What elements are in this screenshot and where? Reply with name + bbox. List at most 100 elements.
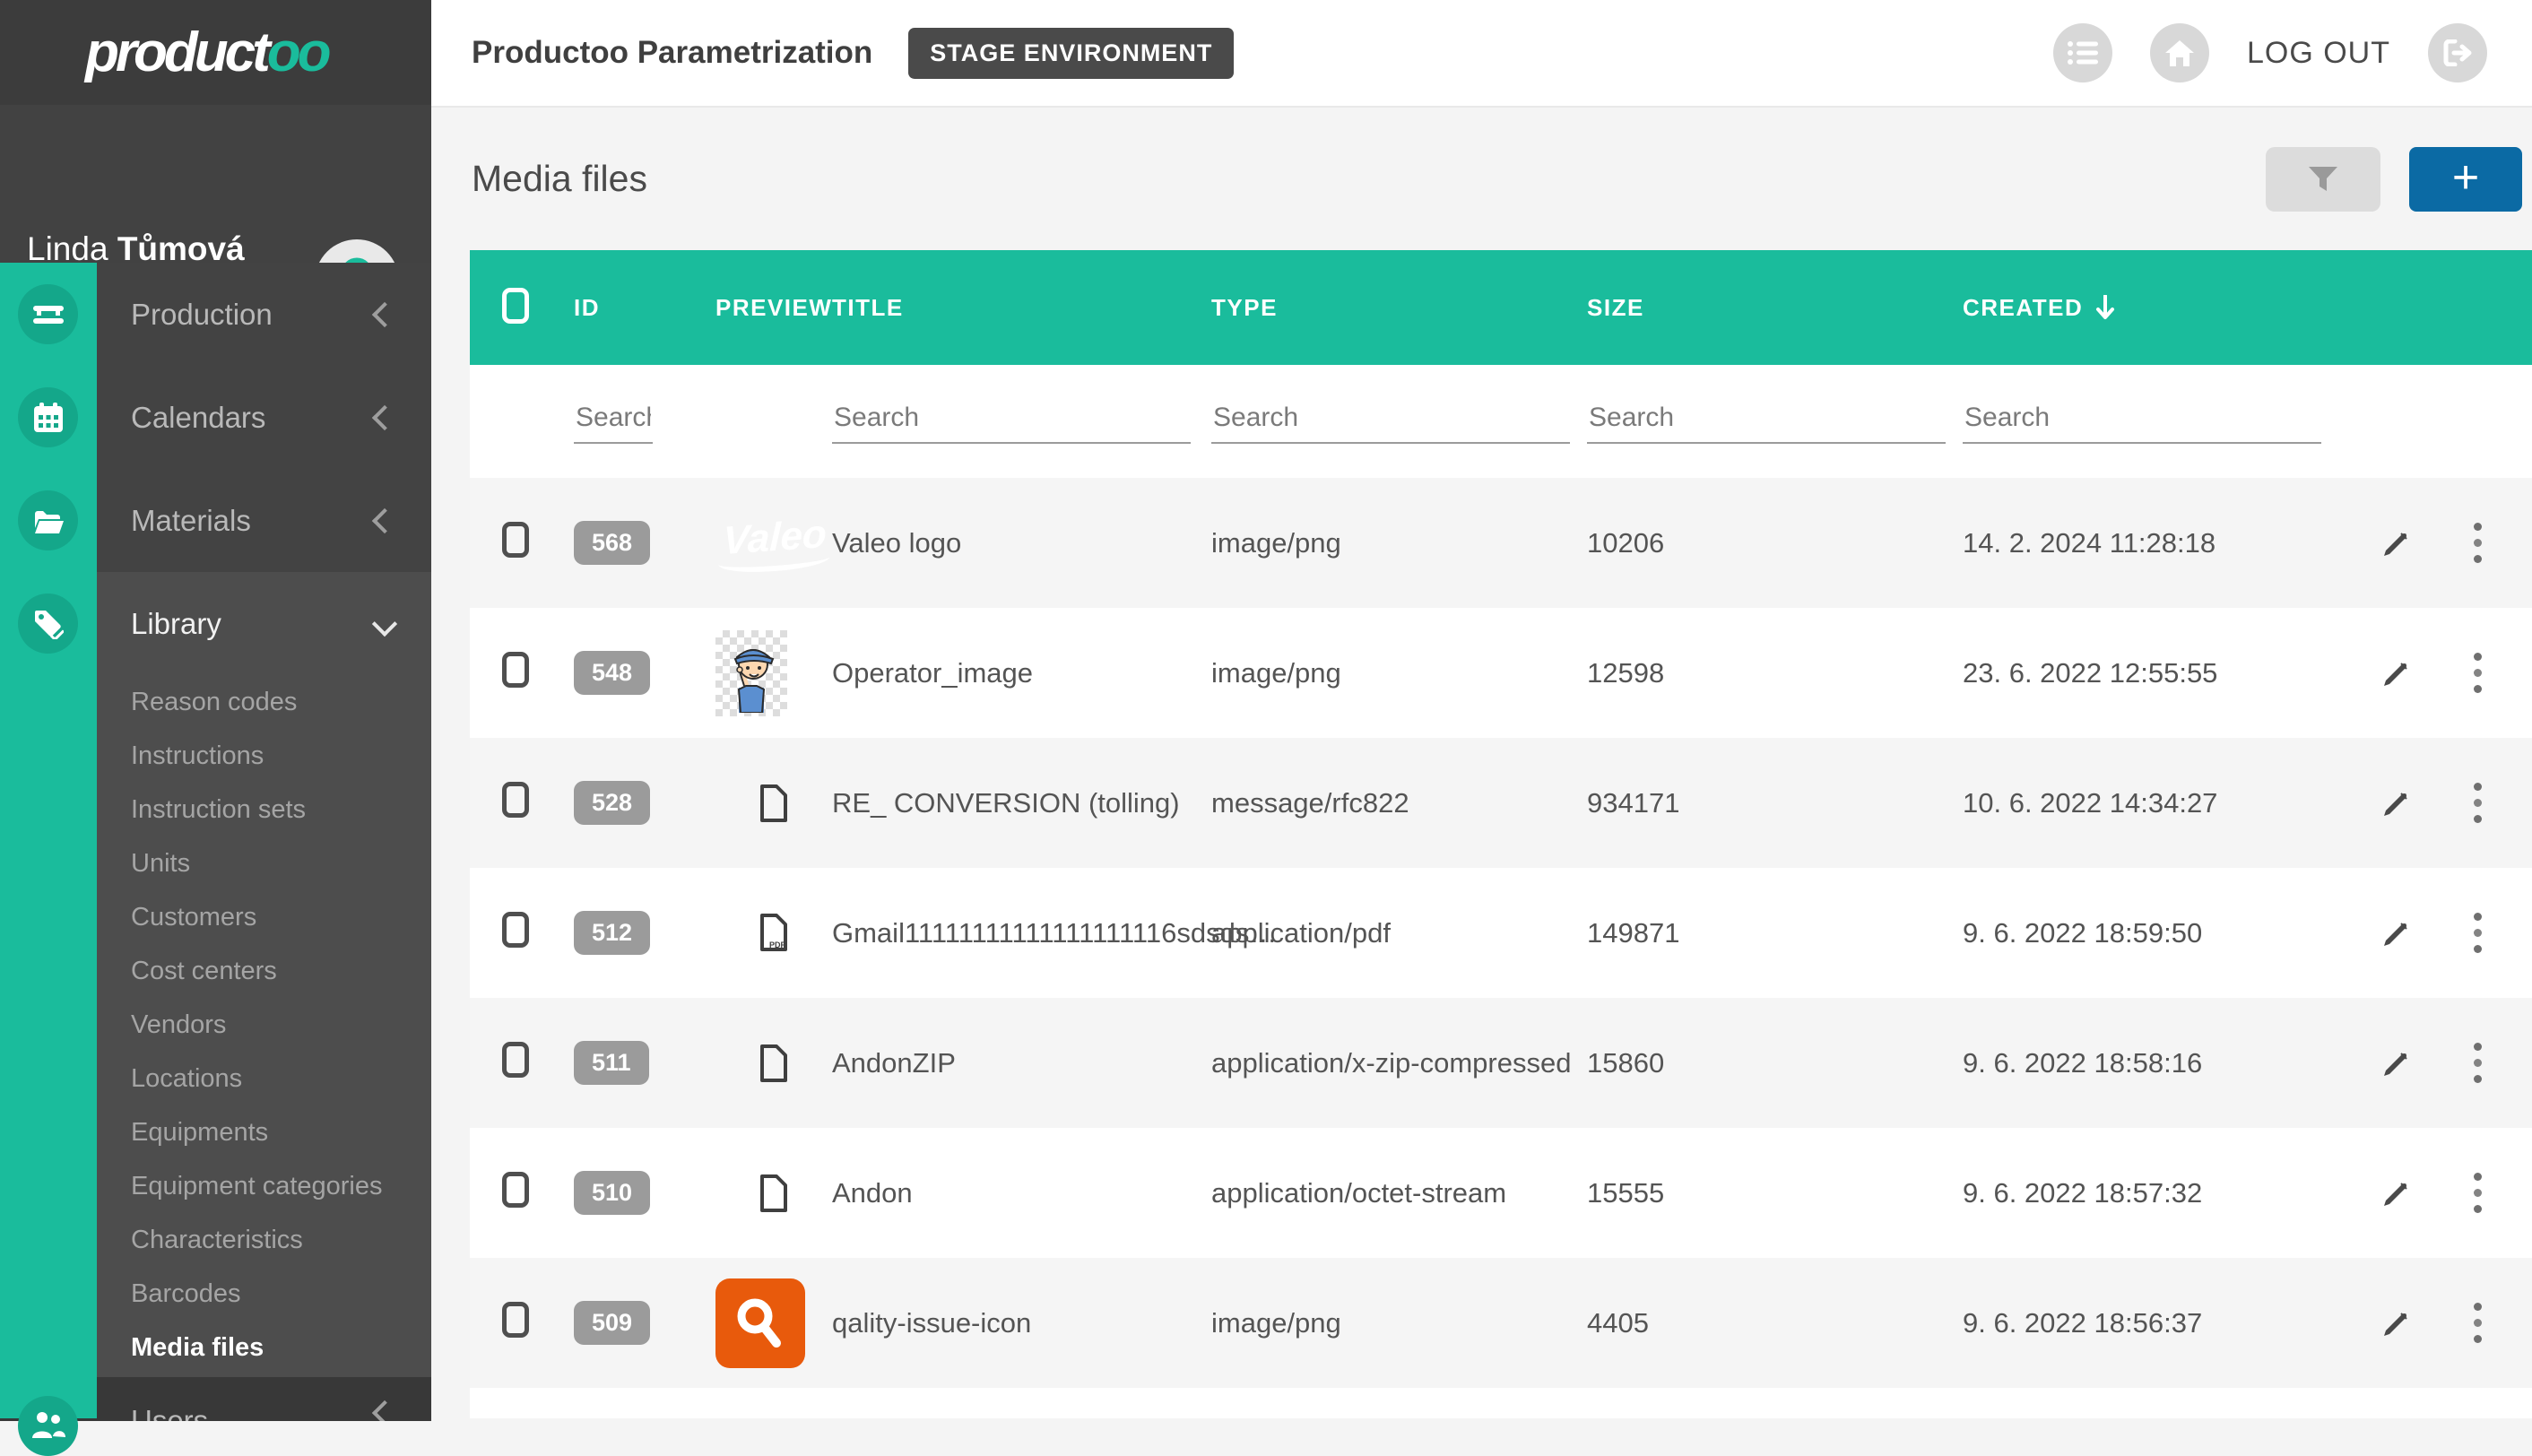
id-badge: 528 [574,781,650,825]
preview-file-icon [715,1174,832,1212]
column-header-title[interactable]: TITLE [832,294,1211,322]
row-menu-button[interactable] [2470,519,2485,567]
production-icon[interactable] [18,284,78,344]
file-title: AndonZIP [832,1047,956,1079]
row-menu-button[interactable] [2470,1039,2485,1087]
row-checkbox[interactable] [502,1302,529,1338]
add-media-file-button[interactable]: + [2409,147,2522,212]
file-created: 9. 6. 2022 18:56:37 [1963,1307,2202,1339]
row-checkbox[interactable] [502,912,529,948]
page-head: Media files + [470,108,2532,250]
pencil-icon [2380,1047,2413,1079]
file-size: 149871 [1587,917,1679,949]
file-title: qality-issue-icon [832,1307,1031,1339]
preview-file-icon [715,1044,832,1082]
file-title: Gmail11111111111111111116sdsds… [832,917,1277,949]
file-created: 9. 6. 2022 18:58:16 [1963,1047,2202,1079]
file-created: 10. 6. 2022 14:34:27 [1963,787,2217,819]
row-checkbox[interactable] [502,782,529,818]
preview-quality-issue-icon [715,1278,805,1368]
calendar-icon[interactable] [18,387,78,447]
search-size-input[interactable] [1587,399,1946,444]
logout-icon-button[interactable] [2428,23,2487,82]
edit-button[interactable] [2380,527,2413,559]
file-title: Operator_image [832,657,1033,689]
file-title: Andon [832,1177,913,1209]
users-icon[interactable] [18,1396,78,1456]
preview-operator-image [715,630,787,716]
preview-valeo-logo: Valeo [715,502,834,585]
column-header-size[interactable]: SIZE [1587,294,1963,322]
home-button[interactable] [2150,23,2209,82]
edit-button[interactable] [2380,657,2413,689]
row-menu-button[interactable] [2470,649,2485,697]
menu-list-button[interactable] [2053,23,2112,82]
pencil-icon [2380,1307,2413,1339]
column-header-type[interactable]: TYPE [1211,294,1587,322]
sidebar-item-label: Calendars [131,401,376,435]
row-menu-button[interactable] [2470,909,2485,957]
edit-button[interactable] [2380,917,2413,949]
id-badge: 511 [574,1041,649,1085]
tags-icon[interactable] [18,594,78,654]
row-menu-button[interactable] [2470,779,2485,827]
partial-next-row [470,1388,2532,1418]
column-header-id[interactable]: ID [574,294,715,322]
file-type: application/octet-stream [1211,1177,1506,1209]
pencil-icon [2380,917,2413,949]
page-title: Media files [470,158,647,200]
file-created: 14. 2. 2024 11:28:18 [1963,527,2216,559]
column-header-created[interactable]: CREATED [1963,294,2357,322]
edit-button[interactable] [2380,1307,2413,1339]
topbar-actions: LOG OUT [2053,23,2487,82]
edit-button[interactable] [2380,1047,2413,1079]
table-row: 568 Valeo [470,478,2532,608]
chevron-down-icon [372,611,397,636]
pencil-icon [2380,657,2413,689]
content-area: Media files + ID PREVIEW TITLE TYPE SI [431,108,2532,1418]
funnel-icon [2308,166,2338,193]
table-row: 528 Valeo [470,738,2532,868]
row-checkbox[interactable] [502,652,529,688]
file-created: 9. 6. 2022 18:59:50 [1963,917,2202,949]
file-size: 934171 [1587,787,1679,819]
sign-out-icon [2442,39,2473,66]
search-id-input[interactable] [574,399,653,444]
preview-file-icon [715,784,832,822]
search-created-input[interactable] [1963,399,2321,444]
productoo-logo[interactable]: productoo [85,21,328,84]
file-created: 9. 6. 2022 18:57:32 [1963,1177,2202,1209]
logout-button[interactable]: LOG OUT [2247,36,2390,71]
file-created: 23. 6. 2022 12:55:55 [1963,657,2217,689]
pencil-icon [2380,1177,2413,1209]
table-row: 510 Valeo [470,1128,2532,1258]
page-actions: + [2266,147,2522,212]
file-size: 12598 [1587,657,1664,689]
row-checkbox[interactable] [502,522,529,558]
file-type: application/pdf [1211,917,1391,949]
column-header-preview[interactable]: PREVIEW [715,294,832,322]
environment-badge: STAGE ENVIRONMENT [908,28,1234,79]
folder-icon[interactable] [18,490,78,550]
file-size: 4405 [1587,1307,1649,1339]
select-all-checkbox[interactable] [502,288,529,324]
row-menu-button[interactable] [2470,1299,2485,1347]
search-title-input[interactable] [832,399,1191,444]
file-type: image/png [1211,527,1341,559]
row-checkbox[interactable] [502,1042,529,1078]
edit-button[interactable] [2380,1177,2413,1209]
sidebar: productoo Linda Tůmová Last login: 1. 4.… [0,0,431,1418]
table-header: ID PREVIEW TITLE TYPE SIZE CREATED [470,250,2532,365]
file-type: image/png [1211,657,1341,689]
id-badge: 548 [574,651,650,695]
chevron-left-icon [372,301,397,326]
list-icon [2068,40,2098,65]
file-type: message/rfc822 [1211,787,1409,819]
row-menu-button[interactable] [2470,1169,2485,1217]
filter-button[interactable] [2266,147,2380,212]
row-checkbox[interactable] [502,1172,529,1208]
table-row: 512 Valeo [470,868,2532,998]
search-row [470,365,2532,478]
edit-button[interactable] [2380,787,2413,819]
search-type-input[interactable] [1211,399,1570,444]
